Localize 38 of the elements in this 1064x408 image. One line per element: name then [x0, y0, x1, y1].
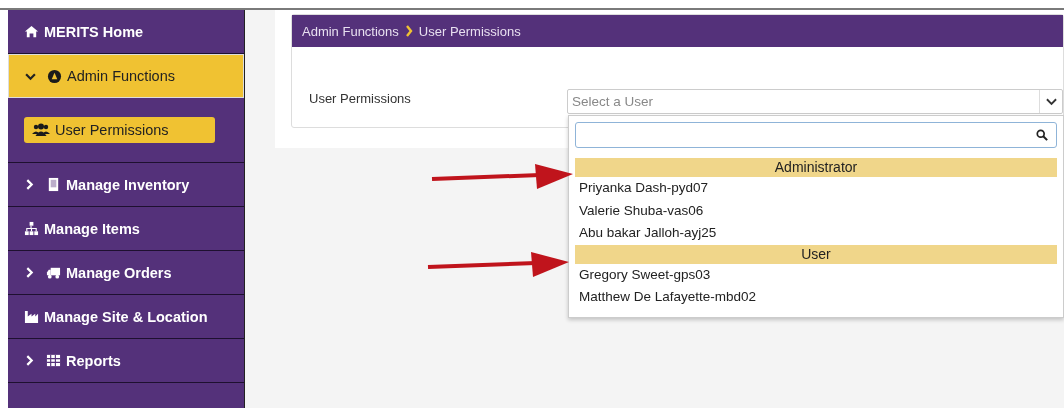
users-icon: [32, 123, 50, 137]
dropdown-option[interactable]: Valerie Shuba-vas06: [575, 199, 1057, 222]
dropdown-option[interactable]: Abu bakar Jalloh-ayj25: [575, 222, 1057, 245]
building-icon: [46, 177, 61, 192]
sidebar-item[interactable]: Reports: [8, 339, 244, 383]
sidebar-item[interactable]: Manage Orders: [8, 251, 244, 295]
home-icon: [24, 24, 39, 39]
field-label: User Permissions: [309, 91, 412, 108]
sidebar-label: Manage Inventory: [66, 176, 190, 193]
sidebar-label: Manage Orders: [66, 264, 172, 281]
dropdown-option[interactable]: Gregory Sweet-gps03: [575, 263, 1057, 286]
table-icon: [46, 353, 61, 368]
sidebar-label: Manage Site & Location: [44, 308, 208, 325]
breadcrumb-item: User Permissions: [418, 23, 521, 39]
search-field[interactable]: [575, 122, 1057, 148]
submenu-label: User Permissions: [55, 122, 169, 138]
breadcrumb-item[interactable]: Admin Functions: [302, 23, 399, 39]
user-circle-icon: [47, 68, 62, 84]
submenu-item[interactable]: User Permissions: [24, 117, 215, 143]
sidebar-item[interactable]: Manage Items: [8, 207, 244, 251]
dropdown-option[interactable]: Matthew De Lafayette-mbd02: [575, 286, 1057, 309]
sidebar-label: Manage Items: [44, 220, 140, 237]
sitemap-icon: [24, 221, 39, 236]
truck-icon: [46, 265, 61, 280]
group-header: User: [575, 244, 1057, 264]
sidebar-item[interactable]: Manage Inventory: [8, 163, 244, 207]
chevron-icon: [404, 25, 413, 37]
caret-icon: [1045, 97, 1057, 106]
sidebar-item[interactable]: Admin Functions: [8, 54, 244, 98]
sidebar-label: MERITS Home: [44, 23, 144, 40]
sidebar-label: Admin Functions: [67, 68, 175, 84]
dropdown-option[interactable]: Priyanka Dash-pyd07: [575, 177, 1057, 200]
group-header: Administrator: [575, 158, 1057, 177]
sidebar-label: Reports: [66, 352, 121, 369]
sidebar-item[interactable]: Manage Site & Location: [8, 295, 244, 339]
user-select[interactable]: Select a User: [567, 89, 1063, 114]
factory-icon: [24, 309, 39, 324]
search-icon: [1036, 129, 1048, 141]
